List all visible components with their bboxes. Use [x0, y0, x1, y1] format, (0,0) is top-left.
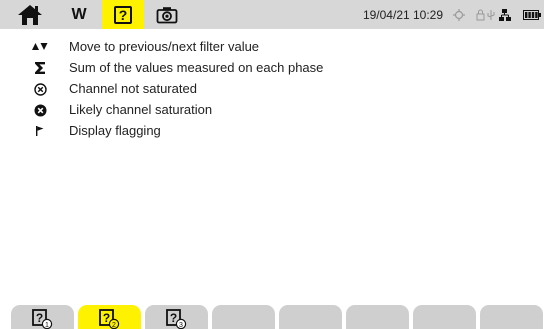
connectivity-status — [476, 0, 516, 29]
camera-icon — [156, 6, 178, 23]
date-time: 19/04/21 10:29 — [362, 7, 444, 22]
legend-item-label: Likely channel saturation — [69, 102, 213, 117]
legend-item: Move to previous/next filter value — [0, 36, 544, 58]
legend-item: Display flagging — [0, 120, 544, 142]
help-page-3-icon: ? 3 — [165, 309, 186, 329]
tab-empty[interactable] — [413, 305, 476, 329]
gps-icon — [453, 8, 465, 21]
sigma-icon — [24, 57, 56, 79]
tab-empty[interactable] — [346, 305, 409, 329]
circle-x-filled-icon — [24, 99, 56, 121]
legend-item: Channel not saturated — [0, 78, 544, 100]
svg-text:3: 3 — [179, 322, 183, 329]
legend-item: Sum of the values measured on each phase — [0, 57, 544, 79]
legend-item: Likely channel saturation — [0, 99, 544, 121]
help-page-2-icon: ? 2 — [98, 309, 119, 329]
svg-text:2: 2 — [112, 322, 116, 329]
lock-icon — [476, 9, 485, 20]
network-icon — [499, 8, 511, 21]
tab-empty[interactable] — [480, 305, 543, 329]
screenshot-button[interactable] — [152, 0, 182, 29]
flag-icon — [24, 120, 56, 142]
home-button[interactable] — [10, 0, 50, 29]
legend-item-label: Move to previous/next filter value — [69, 39, 260, 54]
tab-empty[interactable] — [279, 305, 342, 329]
up-down-arrows-icon — [24, 36, 56, 58]
battery-status — [522, 0, 542, 29]
usb-icon — [487, 9, 495, 20]
home-icon — [18, 4, 42, 25]
legend-item-label: Display flagging — [69, 123, 161, 138]
circle-x-outline-icon — [24, 78, 56, 100]
help-tab[interactable]: ? — [102, 0, 144, 29]
tab-help-page-1[interactable]: ? 1 — [11, 305, 74, 329]
tab-empty[interactable] — [212, 305, 275, 329]
gps-status — [452, 0, 466, 29]
help-icon: ? — [114, 5, 132, 24]
legend-item-label: Sum of the values measured on each phase — [69, 60, 324, 75]
tab-help-page-2[interactable]: ? 2 — [78, 305, 141, 329]
help-page-1-icon: ? 1 — [31, 309, 52, 329]
bottom-tab-bar: ? 1 ? 2 ? 3 — [0, 305, 544, 329]
svg-text:1: 1 — [45, 322, 49, 329]
mode-indicator[interactable]: W — [68, 0, 90, 29]
battery-icon — [523, 9, 541, 20]
top-bar: W ? 19/04/21 10:29 — [0, 0, 544, 29]
legend-item-label: Channel not saturated — [69, 81, 197, 96]
tab-help-page-3[interactable]: ? 3 — [145, 305, 208, 329]
